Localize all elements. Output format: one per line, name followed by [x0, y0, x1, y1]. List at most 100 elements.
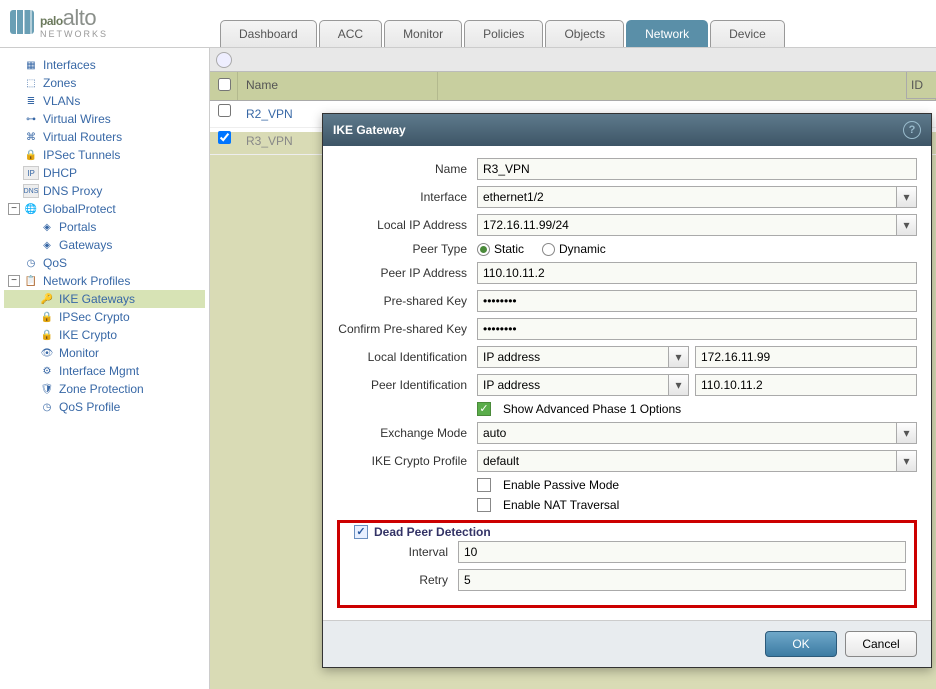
tab-monitor[interactable]: Monitor	[384, 20, 462, 47]
chevron-down-icon[interactable]: ▾	[896, 215, 916, 235]
collapse-icon[interactable]: −	[8, 275, 20, 287]
cancel-button[interactable]: Cancel	[845, 631, 917, 657]
shield-icon: 🛡	[39, 382, 55, 396]
sidebar-item-qos-profile[interactable]: ◷QoS Profile	[4, 398, 205, 416]
sidebar-item-virtual-wires[interactable]: ⊶Virtual Wires	[4, 110, 205, 128]
collapse-icon[interactable]: −	[8, 203, 20, 215]
chevron-down-icon[interactable]: ▾	[668, 375, 688, 395]
dpd-checkbox[interactable]: ✓	[354, 525, 368, 539]
sidebar-item-dhcp[interactable]: IPDHCP	[4, 164, 205, 182]
radio-icon	[542, 243, 555, 256]
name-input[interactable]	[477, 158, 917, 180]
key-icon: 🔑	[39, 292, 55, 306]
label-confirm-psk: Confirm Pre-shared Key	[337, 322, 477, 336]
radio-dynamic[interactable]: Dynamic	[542, 242, 606, 256]
qos-icon: ◷	[39, 400, 55, 414]
sidebar-item-zones[interactable]: ⬚Zones	[4, 74, 205, 92]
vwire-icon: ⊶	[23, 112, 39, 126]
chevron-down-icon[interactable]: ▾	[896, 451, 916, 471]
retry-input[interactable]	[458, 569, 906, 591]
label-exchange: Exchange Mode	[337, 426, 477, 440]
column-spacer	[438, 72, 936, 100]
label-local-id: Local Identification	[337, 350, 477, 364]
content-toolbar	[210, 48, 936, 72]
interfaces-icon: ▦	[23, 58, 39, 72]
main-tabs: Dashboard ACC Monitor Policies Objects N…	[210, 20, 785, 47]
chevron-down-icon[interactable]: ▾	[896, 423, 916, 443]
tab-acc[interactable]: ACC	[319, 20, 382, 47]
local-ip-select[interactable]: ▾	[477, 214, 917, 236]
sidebar-item-interface-mgmt[interactable]: ⚙Interface Mgmt	[4, 362, 205, 380]
interface-select[interactable]: ▾	[477, 186, 917, 208]
sidebar-item-ike-crypto[interactable]: 🔒IKE Crypto	[4, 326, 205, 344]
gear-icon: ⚙	[39, 364, 55, 378]
brand-logo: paloalto NETWORKS	[0, 5, 210, 47]
local-id-value-input[interactable]	[695, 346, 917, 368]
tab-network[interactable]: Network	[626, 20, 708, 47]
chevron-down-icon[interactable]: ▾	[668, 347, 688, 367]
label-interface: Interface	[337, 190, 477, 204]
label-peer-id: Peer Identification	[337, 378, 477, 392]
sidebar: ▦Interfaces ⬚Zones ≣VLANs ⊶Virtual Wires…	[0, 48, 210, 689]
sidebar-item-ipsec-crypto[interactable]: 🔒IPSec Crypto	[4, 308, 205, 326]
sidebar-item-dns-proxy[interactable]: DNSDNS Proxy	[4, 182, 205, 200]
dialog-footer: OK Cancel	[323, 620, 931, 667]
local-id-type-select[interactable]: ▾	[477, 346, 689, 368]
confirm-psk-input[interactable]	[477, 318, 917, 340]
search-icon[interactable]	[216, 52, 232, 68]
profiles-icon: 📋	[23, 274, 39, 288]
zones-icon: ⬚	[23, 76, 39, 90]
passive-mode-checkbox[interactable]	[477, 478, 491, 492]
label-interval: Interval	[348, 545, 458, 559]
show-advanced-checkbox[interactable]: ✓	[477, 402, 491, 416]
select-all-column[interactable]	[210, 72, 238, 100]
exchange-mode-select[interactable]: ▾	[477, 422, 917, 444]
sidebar-item-gateways[interactable]: ◈Gateways	[4, 236, 205, 254]
tab-objects[interactable]: Objects	[545, 20, 624, 47]
row-checkbox[interactable]	[218, 131, 231, 144]
ike-crypto-select[interactable]: ▾	[477, 450, 917, 472]
logo-icon	[10, 10, 34, 34]
dns-icon: DNS	[23, 184, 39, 198]
dialog-title-text: IKE Gateway	[333, 123, 406, 137]
sidebar-item-network-profiles[interactable]: −📋Network Profiles	[4, 272, 205, 290]
sidebar-item-portals[interactable]: ◈Portals	[4, 218, 205, 236]
ok-button[interactable]: OK	[765, 631, 837, 657]
grid-header: Name	[210, 72, 936, 101]
row-checkbox[interactable]	[218, 104, 231, 117]
psk-input[interactable]	[477, 290, 917, 312]
peer-id-value-input[interactable]	[695, 374, 917, 396]
sidebar-item-zone-protection[interactable]: 🛡Zone Protection	[4, 380, 205, 398]
lock-icon: 🔒	[39, 328, 55, 342]
sidebar-item-vlans[interactable]: ≣VLANs	[4, 92, 205, 110]
label-nat-t: Enable NAT Traversal	[503, 498, 619, 512]
nat-traversal-checkbox[interactable]	[477, 498, 491, 512]
chevron-down-icon[interactable]: ▾	[896, 187, 916, 207]
sidebar-item-virtual-routers[interactable]: ⌘Virtual Routers	[4, 128, 205, 146]
gateway-icon: ◈	[39, 238, 55, 252]
lock-icon: 🔒	[39, 310, 55, 324]
sidebar-item-qos[interactable]: ◷QoS	[4, 254, 205, 272]
radio-icon	[477, 243, 490, 256]
peer-ip-input[interactable]	[477, 262, 917, 284]
sidebar-item-ipsec-tunnels[interactable]: 🔒IPSec Tunnels	[4, 146, 205, 164]
tab-device[interactable]: Device	[710, 20, 785, 47]
tab-policies[interactable]: Policies	[464, 20, 543, 47]
sidebar-item-interfaces[interactable]: ▦Interfaces	[4, 56, 205, 74]
sidebar-item-monitor[interactable]: 👁Monitor	[4, 344, 205, 362]
help-icon[interactable]: ?	[903, 121, 921, 139]
radio-static[interactable]: Static	[477, 242, 524, 256]
brand-subtext: NETWORKS	[40, 29, 108, 39]
sidebar-item-globalprotect[interactable]: −🌐GlobalProtect	[4, 200, 205, 218]
peer-id-type-select[interactable]: ▾	[477, 374, 689, 396]
label-ike-crypto: IKE Crypto Profile	[337, 454, 477, 468]
dialog-titlebar[interactable]: IKE Gateway ?	[323, 114, 931, 146]
column-name[interactable]: Name	[238, 72, 438, 100]
brand-text: paloalto	[40, 5, 96, 30]
tab-dashboard[interactable]: Dashboard	[220, 20, 317, 47]
column-id[interactable]: ID	[906, 72, 936, 99]
interval-input[interactable]	[458, 541, 906, 563]
label-retry: Retry	[348, 573, 458, 587]
vlan-icon: ≣	[23, 94, 39, 108]
sidebar-item-ike-gateways[interactable]: 🔑IKE Gateways	[4, 290, 205, 308]
